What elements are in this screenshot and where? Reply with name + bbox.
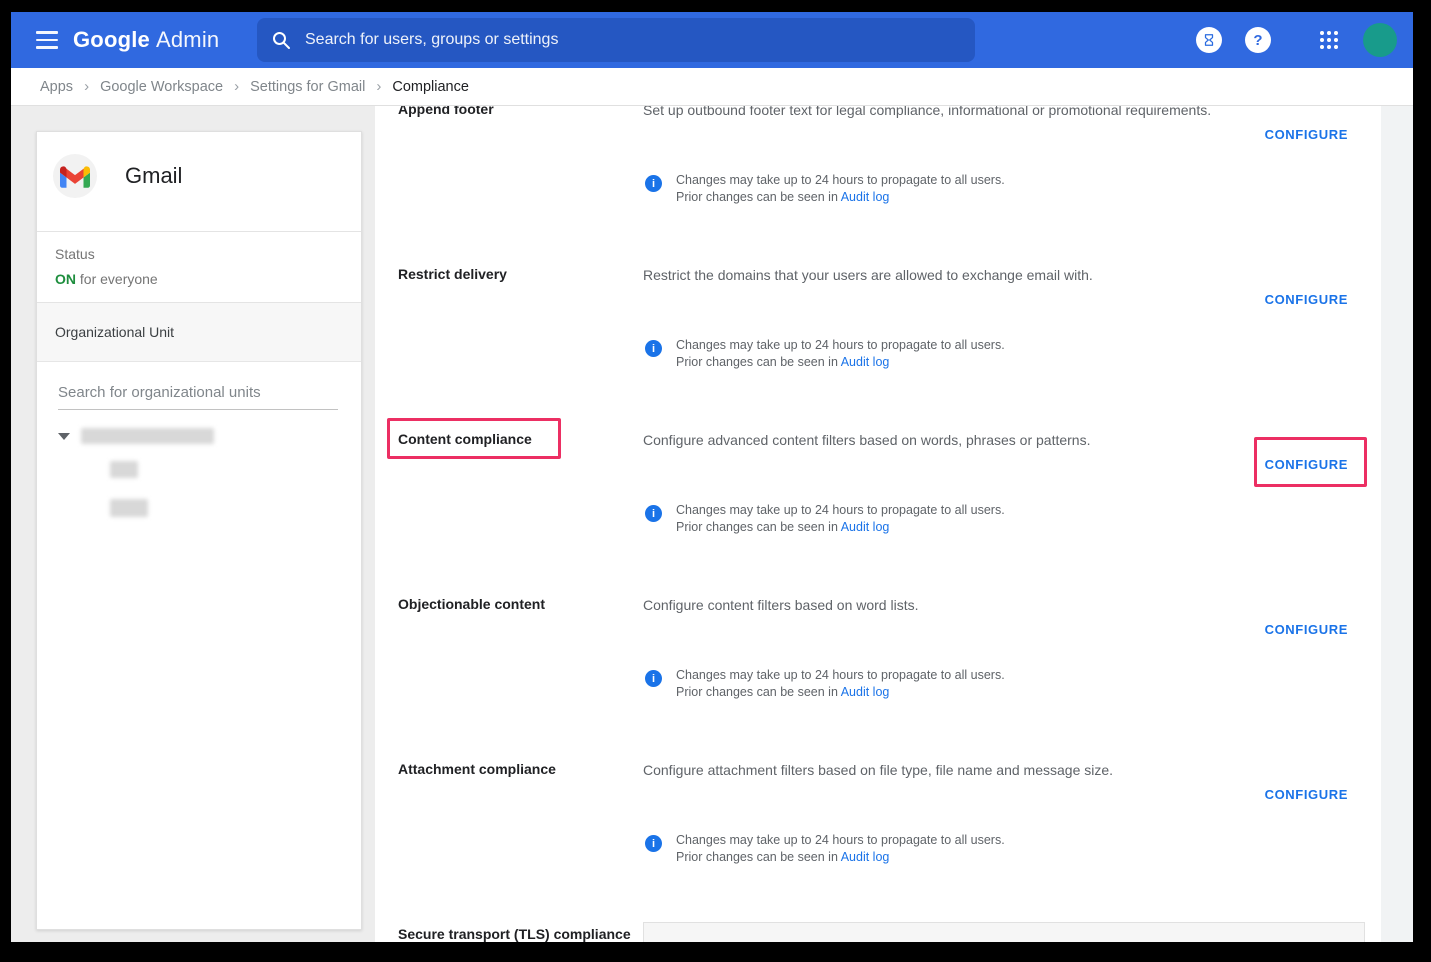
info-line2: Prior changes can be seen in Audit log [676, 849, 1005, 866]
breadcrumb-apps[interactable]: Apps [40, 79, 73, 95]
info-line2: Prior changes can be seen in Audit log [676, 354, 1005, 371]
question-mark-icon: ? [1253, 32, 1262, 49]
info-line2: Prior changes can be seen in Audit log [676, 519, 1005, 536]
sidebar: Gmail Status ON for everyone Organizatio… [11, 106, 375, 942]
configure-button[interactable]: CONFIGURE [1265, 622, 1348, 637]
pending-tasks-button[interactable] [1196, 27, 1222, 53]
info-note: i Changes may take up to 24 hours to pro… [645, 832, 1005, 866]
info-note: i Changes may take up to 24 hours to pro… [645, 502, 1005, 536]
setting-label: Content compliance [398, 430, 628, 448]
setting-description: Set up outbound footer text for legal co… [643, 106, 1228, 119]
status-label: Status [55, 246, 343, 262]
info-icon: i [645, 175, 662, 192]
audit-log-link[interactable]: Audit log [841, 355, 890, 369]
content-area: Gmail Status ON for everyone Organizatio… [11, 106, 1413, 942]
service-card: Gmail Status ON for everyone Organizatio… [36, 131, 362, 930]
app-bar: Google Admin ? [11, 12, 1413, 68]
setting-row-objectionable-content: Objectionable content Configure content … [398, 595, 1348, 755]
info-line1: Changes may take up to 24 hours to propa… [676, 172, 1005, 189]
configure-button[interactable]: CONFIGURE [1265, 787, 1348, 802]
info-icon: i [645, 835, 662, 852]
org-unit-redacted-name [110, 461, 138, 478]
setting-description: Configure advanced content filters based… [643, 431, 1228, 449]
account-avatar[interactable] [1363, 23, 1397, 57]
org-unit-search[interactable] [58, 380, 338, 410]
brand-wordmark: Google Admin [73, 12, 219, 68]
info-line1: Changes may take up to 24 hours to propa… [676, 502, 1005, 519]
configure-button[interactable]: CONFIGURE [1265, 457, 1348, 472]
setting-label: Append footer [398, 106, 628, 118]
breadcrumb-compliance: Compliance [392, 79, 469, 95]
brand-primary: Google [73, 27, 150, 53]
apps-grid-icon[interactable] [1318, 29, 1340, 51]
breadcrumb: Apps › Google Workspace › Settings for G… [11, 68, 1413, 106]
setting-label: Attachment compliance [398, 760, 628, 778]
info-line2: Prior changes can be seen in Audit log [676, 189, 1005, 206]
info-icon: i [645, 670, 662, 687]
service-card-header: Gmail [37, 132, 361, 232]
org-unit-redacted-name [81, 428, 214, 444]
configure-button[interactable]: CONFIGURE [1265, 127, 1348, 142]
info-icon: i [645, 340, 662, 357]
status-value: ON for everyone [55, 271, 343, 287]
status-section: Status ON for everyone [37, 232, 361, 303]
setting-label: Restrict delivery [398, 265, 628, 283]
info-line1: Changes may take up to 24 hours to propa… [676, 337, 1005, 354]
search-input[interactable] [305, 31, 961, 49]
org-unit-child-item[interactable] [110, 461, 138, 478]
search-icon [271, 30, 291, 50]
breadcrumb-separator: › [234, 78, 239, 95]
setting-row-restrict-delivery: Restrict delivery Restrict the domains t… [398, 265, 1348, 425]
setting-row-append-footer: Append footer Set up outbound footer tex… [398, 106, 1348, 260]
setting-row-attachment-compliance: Attachment compliance Configure attachme… [398, 760, 1348, 920]
setting-description: Configure content filters based on word … [643, 596, 1228, 614]
configure-button[interactable]: CONFIGURE [1265, 292, 1348, 307]
menu-icon[interactable] [36, 31, 58, 49]
org-unit-search-input[interactable] [58, 380, 338, 410]
gmail-m-icon [60, 165, 90, 188]
org-unit-root-item[interactable] [58, 428, 214, 444]
breadcrumb-separator: › [376, 78, 381, 95]
info-icon: i [645, 505, 662, 522]
service-title: Gmail [125, 163, 182, 189]
gmail-logo [53, 154, 97, 198]
info-note: i Changes may take up to 24 hours to pro… [645, 337, 1005, 371]
breadcrumb-settings-for-gmail[interactable]: Settings for Gmail [250, 79, 365, 95]
setting-description: Configure attachment filters based on fi… [643, 761, 1228, 779]
status-on-badge: ON [55, 271, 76, 287]
setting-label: Objectionable content [398, 595, 628, 613]
hourglass-icon [1202, 33, 1216, 47]
org-unit-redacted-name [110, 499, 148, 517]
info-line2: Prior changes can be seen in Audit log [676, 684, 1005, 701]
setting-label: Secure transport (TLS) compliance [398, 925, 643, 942]
audit-log-link[interactable]: Audit log [841, 190, 890, 204]
audit-log-link[interactable]: Audit log [841, 850, 890, 864]
global-search[interactable] [257, 18, 975, 62]
breadcrumb-google-workspace[interactable]: Google Workspace [100, 79, 223, 95]
settings-list: Append footer Set up outbound footer tex… [375, 106, 1381, 942]
setting-row-secure-transport-tls: Secure transport (TLS) compliance [398, 925, 1348, 942]
scrollbar-track[interactable] [1381, 106, 1413, 942]
info-line1: Changes may take up to 24 hours to propa… [676, 832, 1005, 849]
status-scope: for everyone [76, 271, 158, 287]
info-note: i Changes may take up to 24 hours to pro… [645, 667, 1005, 701]
info-line1: Changes may take up to 24 hours to propa… [676, 667, 1005, 684]
audit-log-link[interactable]: Audit log [841, 520, 890, 534]
admin-console-window: Google Admin ? Apps [11, 12, 1413, 942]
org-unit-child-item[interactable] [110, 499, 148, 517]
setting-row-content-compliance: Content compliance Configure advanced co… [398, 430, 1348, 590]
setting-detail-panel [643, 922, 1365, 942]
info-note: i Changes may take up to 24 hours to pro… [645, 172, 1005, 206]
brand-secondary: Admin [156, 27, 219, 53]
chevron-down-icon [58, 433, 70, 440]
setting-description: Restrict the domains that your users are… [643, 266, 1228, 284]
org-unit-header: Organizational Unit [37, 303, 361, 362]
help-button[interactable]: ? [1245, 27, 1271, 53]
audit-log-link[interactable]: Audit log [841, 685, 890, 699]
breadcrumb-separator: › [84, 78, 89, 95]
